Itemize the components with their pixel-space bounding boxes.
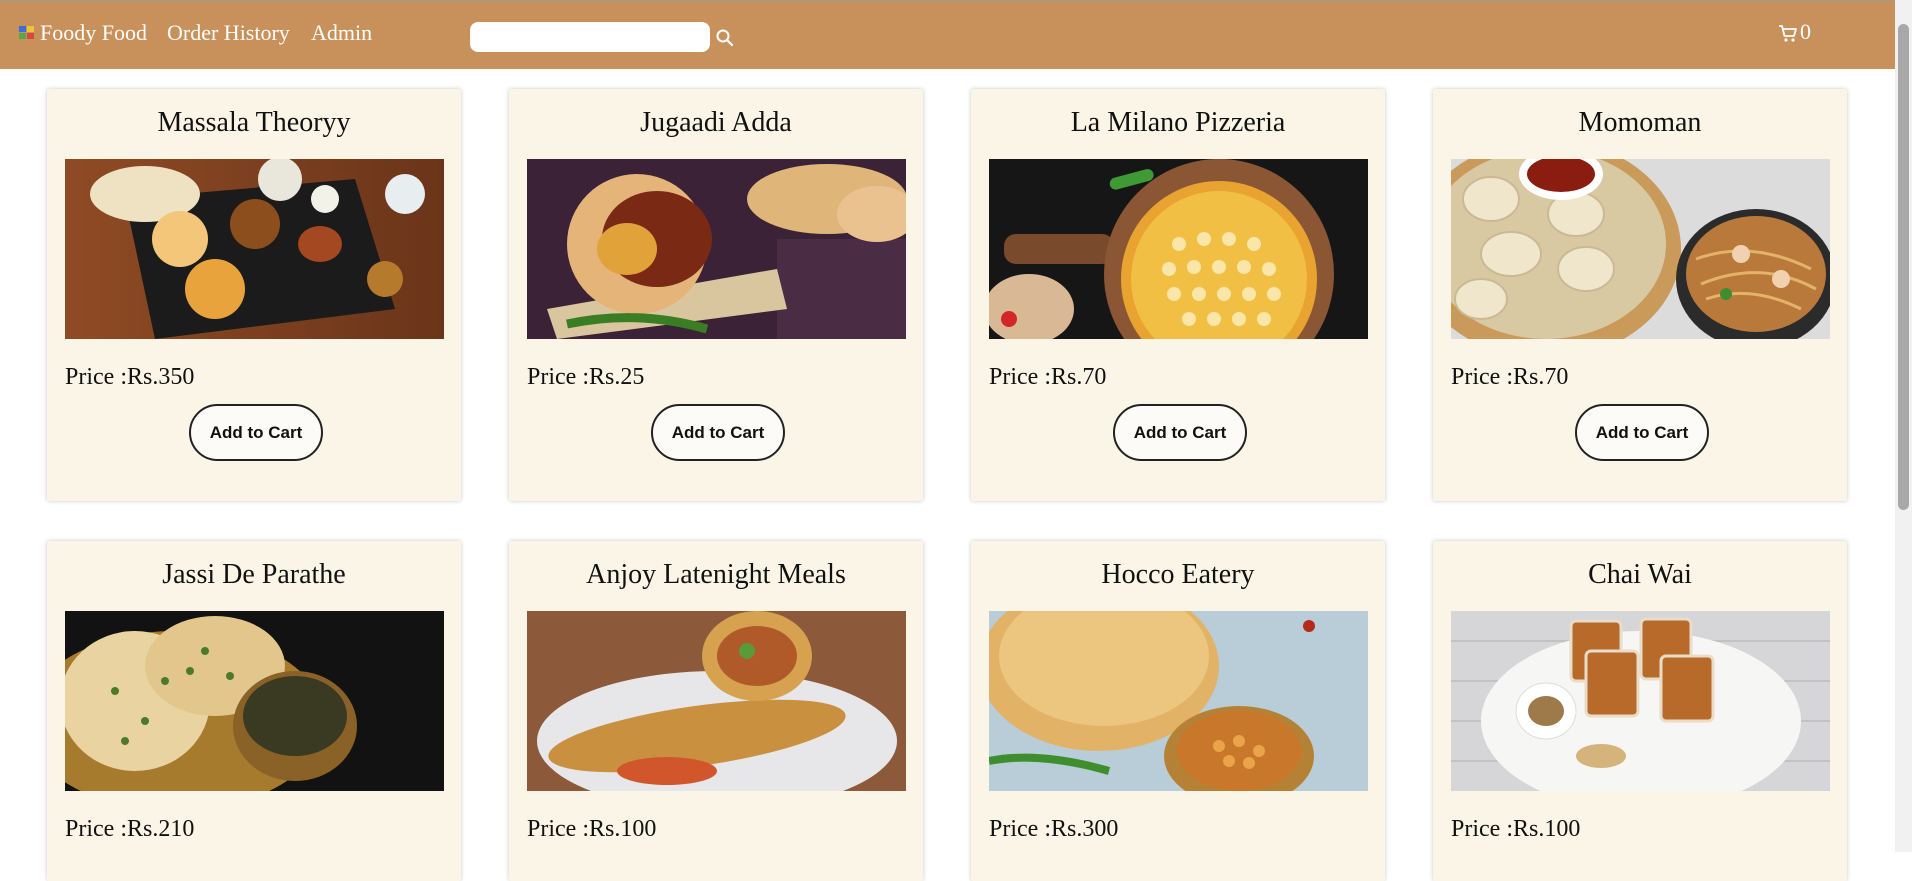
- cart-count: 0: [1800, 19, 1811, 44]
- brand-logo-icon: [19, 25, 38, 41]
- add-to-cart-button[interactable]: Add to Cart: [1113, 404, 1247, 461]
- restaurant-name: Massala Theoryy: [157, 107, 351, 138]
- cart-button[interactable]: 0: [1778, 21, 1811, 43]
- wrap-rolls-image: [527, 611, 906, 791]
- parathas-curry-image: [65, 611, 444, 791]
- price-label: Price :Rs.25: [527, 364, 645, 390]
- restaurant-card: Anjoy Latenight Meals Price :Rs.100: [509, 541, 923, 881]
- search-icon[interactable]: [715, 28, 735, 48]
- price-label: Price :Rs.210: [65, 816, 195, 842]
- momos-noodles-image: [1451, 159, 1830, 339]
- restaurant-card: Jassi De Parathe Price :Rs.210: [47, 541, 461, 881]
- restaurant-card: Chai Wai Price :Rs.100: [1433, 541, 1847, 881]
- restaurant-name: Momoman: [1578, 107, 1702, 138]
- restaurant-card: Hocco Eatery Price :Rs.300: [971, 541, 1385, 881]
- nav-link-order-history[interactable]: Order History: [167, 20, 290, 46]
- restaurant-card: Momoman Price:Rs.70 Add to Cart: [1433, 89, 1847, 501]
- thali-platter-image: [65, 159, 444, 339]
- restaurant-name: La Milano Pizzeria: [1070, 107, 1286, 138]
- add-to-cart-button[interactable]: Add to Cart: [651, 404, 785, 461]
- restaurant-grid: Massala Theoryy Price :Rs.350 Add to Car…: [0, 69, 1895, 881]
- restaurant-card: La Milano Pizzeria Price :Rs.70 Add to C…: [971, 89, 1385, 501]
- restaurant-name: Jassi De Parathe: [162, 559, 346, 590]
- vada-pav-image: [527, 159, 906, 339]
- scrollbar-thumb[interactable]: [1898, 24, 1909, 510]
- restaurant-name: Anjoy Latenight Meals: [586, 559, 846, 590]
- restaurant-card: Massala Theoryy Price :Rs.350 Add to Car…: [47, 89, 461, 501]
- price-label: Price :Rs.70: [989, 364, 1107, 390]
- price-label: Price :Rs.100: [527, 816, 657, 842]
- price-label: Price :Rs.350: [65, 364, 195, 390]
- add-to-cart-button[interactable]: Add to Cart: [189, 404, 323, 461]
- restaurant-name: Jugaadi Adda: [640, 107, 792, 138]
- brand[interactable]: Foody Food: [19, 20, 147, 46]
- price-label: Price :Rs.100: [1451, 816, 1581, 842]
- restaurant-name: Chai Wai: [1588, 559, 1692, 590]
- add-to-cart-button[interactable]: Add to Cart: [1575, 404, 1709, 461]
- restaurant-name: Hocco Eatery: [1101, 559, 1255, 590]
- restaurant-card: Jugaadi Adda Price :Rs.25 Add to Cart: [509, 89, 923, 501]
- price-label: Price :Rs.300: [989, 816, 1119, 842]
- search-input[interactable]: [470, 22, 710, 52]
- masala-chai-image: [1451, 611, 1830, 791]
- cart-icon: [1779, 25, 1797, 42]
- nav-link-admin[interactable]: Admin: [311, 20, 372, 46]
- chole-bhature-image: [989, 611, 1368, 791]
- cheese-pizza-image: [989, 159, 1368, 339]
- scrollbar[interactable]: [1895, 0, 1912, 852]
- brand-name[interactable]: Foody Food: [40, 20, 147, 46]
- price-label: Price :Rs.70: [1451, 364, 1569, 390]
- navbar: Foody Food Order History Admin 0: [0, 0, 1895, 69]
